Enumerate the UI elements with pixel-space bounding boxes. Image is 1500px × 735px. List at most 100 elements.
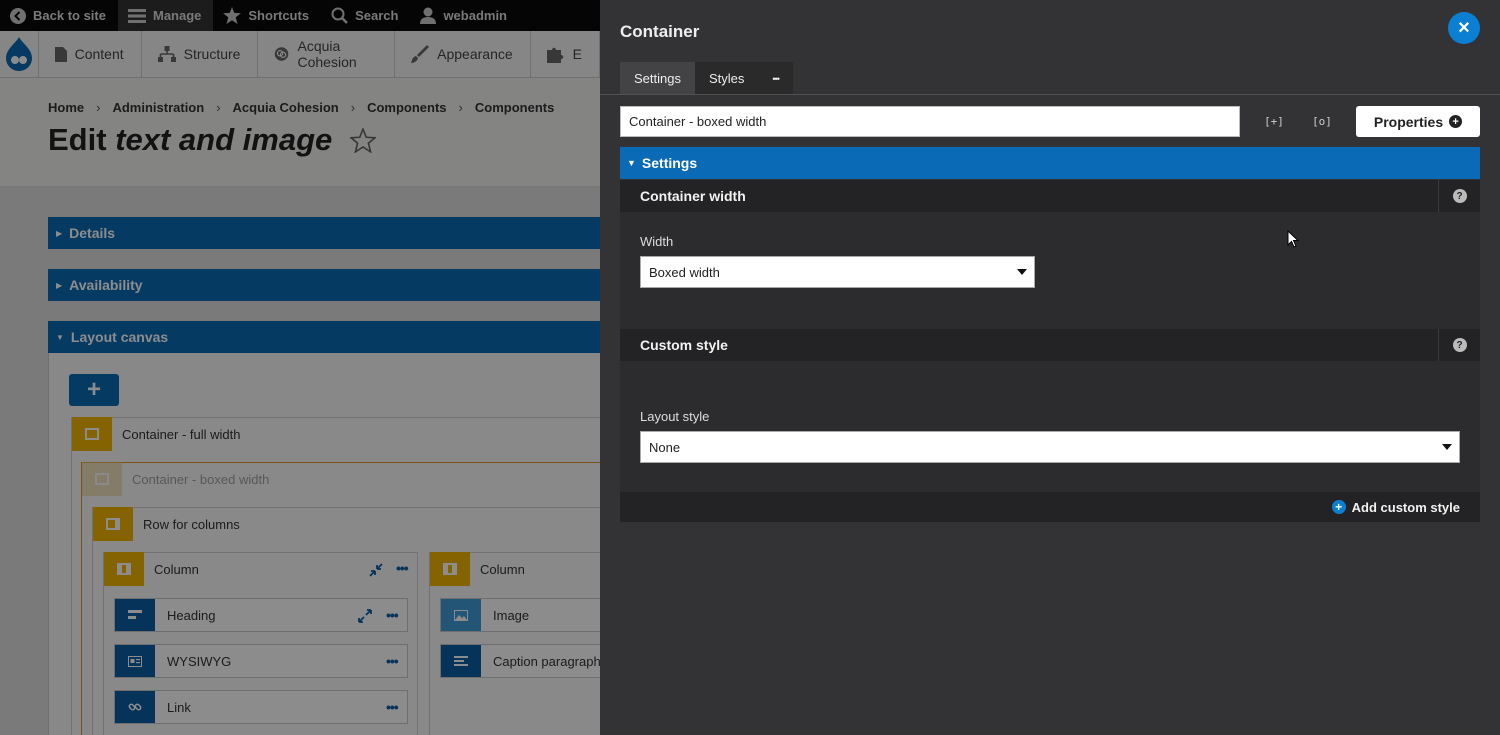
- settings-section-toggle[interactable]: ▼ Settings: [620, 147, 1480, 179]
- element-name-input[interactable]: [620, 106, 1240, 137]
- collapse-icon[interactable]: [369, 563, 383, 577]
- shortcuts-tab[interactable]: Shortcuts: [213, 0, 321, 31]
- file-icon: [54, 46, 67, 62]
- breadcrumb-link[interactable]: Acquia Cohesion: [233, 100, 339, 115]
- menu-item-label: Appearance: [437, 46, 513, 62]
- tab-settings[interactable]: Settings: [620, 62, 695, 95]
- wysiwyg-icon: [115, 645, 155, 677]
- tab-styles[interactable]: Styles: [694, 62, 759, 95]
- menu-item-content[interactable]: Content: [39, 30, 142, 78]
- element-wysiwyg[interactable]: WYSIWYG •••: [114, 644, 408, 678]
- plus-circle-icon: +: [1449, 115, 1463, 128]
- menu-item-label: Acquia Cohesion: [297, 38, 357, 70]
- container-width-header: Container width ?: [620, 180, 1480, 212]
- element-label: WYSIWYG: [167, 653, 232, 669]
- menu-item-appearance[interactable]: Appearance: [395, 30, 531, 78]
- focus-button[interactable]: [o]: [1308, 108, 1336, 134]
- layout-canvas-panel-toggle[interactable]: ▼ Layout canvas: [48, 321, 600, 353]
- manage-label: Manage: [152, 8, 202, 23]
- menu-item-structure[interactable]: Structure: [142, 30, 259, 78]
- row-for-columns-row[interactable]: Row for columns: [93, 507, 240, 541]
- user-label: webadmin: [443, 8, 508, 23]
- column-left-row[interactable]: Column •••: [104, 552, 417, 586]
- triangle-right-icon: ▶: [56, 228, 63, 238]
- hamburger-icon: [127, 8, 146, 23]
- user-icon: [420, 7, 437, 24]
- help-button[interactable]: ?: [1438, 180, 1480, 212]
- more-options-icon[interactable]: •••: [386, 699, 399, 715]
- container-width-heading: Container width: [640, 188, 746, 204]
- star-icon: [223, 7, 242, 24]
- availability-panel-label: Availability: [69, 277, 143, 293]
- layout-style-select[interactable]: None: [640, 431, 1460, 463]
- manage-tab[interactable]: Manage: [117, 0, 214, 31]
- user-tab[interactable]: webadmin: [410, 0, 519, 31]
- page-title-emphasis: text and image: [115, 122, 333, 157]
- add-custom-style-button[interactable]: + Add custom style: [620, 492, 1480, 522]
- element-image[interactable]: Image: [440, 598, 600, 632]
- help-icon: ?: [1452, 189, 1467, 203]
- width-select-value: Boxed width: [649, 264, 720, 280]
- element-caption-paragraph[interactable]: Caption paragraph: [440, 644, 600, 678]
- help-icon: ?: [1452, 338, 1467, 352]
- search-tab[interactable]: Search: [321, 0, 410, 31]
- help-button[interactable]: ?: [1438, 329, 1480, 361]
- menu-item-label: E: [572, 46, 582, 62]
- column-icon: [104, 552, 144, 586]
- availability-panel-toggle[interactable]: ▶ Availability: [48, 269, 600, 301]
- tabs-divider: [600, 94, 1500, 95]
- breadcrumb-link[interactable]: Components: [475, 100, 554, 115]
- sidebar-editor: Container × Settings Styles ••• [+] [o] …: [600, 0, 1500, 735]
- expand-all-icon: [+]: [1264, 114, 1284, 128]
- element-link[interactable]: Link •••: [114, 690, 408, 724]
- add-element-label: +: [86, 376, 101, 403]
- more-options-icon[interactable]: •••: [386, 653, 399, 669]
- shortcut-star-icon[interactable]: [350, 128, 376, 153]
- paintbrush-icon: [411, 45, 430, 63]
- container-boxed-width-label: Container - boxed width: [132, 471, 270, 487]
- element-heading[interactable]: Heading •••: [114, 598, 408, 632]
- column-left-label: Column: [154, 561, 199, 577]
- shortcuts-label: Shortcuts: [248, 8, 310, 23]
- more-tabs-icon[interactable]: •••: [758, 62, 793, 95]
- details-panel-toggle[interactable]: ▶ Details: [48, 217, 600, 249]
- triangle-down-icon: ▼: [627, 158, 636, 168]
- layout-canvas-panel-label: Layout canvas: [70, 329, 169, 345]
- more-options-icon[interactable]: •••: [396, 560, 409, 576]
- add-element-button[interactable]: +: [69, 374, 119, 406]
- menu-item-acquia-cohesion[interactable]: Acquia Cohesion: [258, 30, 396, 78]
- breadcrumb-link[interactable]: Home: [48, 100, 84, 115]
- close-icon: ×: [1458, 16, 1470, 39]
- menu-item-label: Structure: [183, 46, 241, 62]
- breadcrumb-link[interactable]: Administration: [112, 100, 204, 115]
- breadcrumb-link[interactable]: Components: [367, 100, 446, 115]
- width-select[interactable]: Boxed width: [640, 256, 1035, 288]
- link-icon: [115, 691, 155, 723]
- container-full-width-label: Container - full width: [122, 426, 241, 442]
- chevron-down-icon: [1017, 269, 1027, 275]
- triangle-down-icon: ▼: [56, 332, 64, 342]
- custom-style-body: [620, 361, 1480, 492]
- back-to-site-link[interactable]: Back to site: [0, 0, 118, 31]
- sidebar-title: Container: [620, 22, 700, 41]
- container-boxed-width-row[interactable]: Container - boxed width: [82, 462, 269, 496]
- properties-button[interactable]: Properties +: [1356, 106, 1480, 137]
- expand-icon[interactable]: [358, 609, 372, 623]
- custom-style-heading: Custom style: [640, 337, 728, 353]
- puzzle-icon: [546, 47, 563, 63]
- page-title: Edit text and image: [48, 122, 332, 158]
- container-icon: [72, 417, 112, 451]
- properties-label: Properties: [1373, 113, 1444, 130]
- column-right-row[interactable]: Column: [430, 552, 525, 586]
- element-label: Heading: [167, 607, 216, 623]
- container-full-width-row[interactable]: Container - full width: [72, 417, 241, 451]
- close-button[interactable]: ×: [1448, 12, 1480, 44]
- more-options-icon[interactable]: •••: [386, 607, 399, 623]
- menu-item-extend[interactable]: E: [531, 30, 600, 78]
- column-right-label: Column: [480, 561, 525, 577]
- expand-all-button[interactable]: [+]: [1260, 108, 1288, 134]
- drupal-logo-icon[interactable]: [0, 30, 39, 78]
- layout-style-label: Layout style: [640, 409, 710, 424]
- chevron-down-icon: [1442, 444, 1452, 450]
- sitemap-icon: [157, 46, 176, 62]
